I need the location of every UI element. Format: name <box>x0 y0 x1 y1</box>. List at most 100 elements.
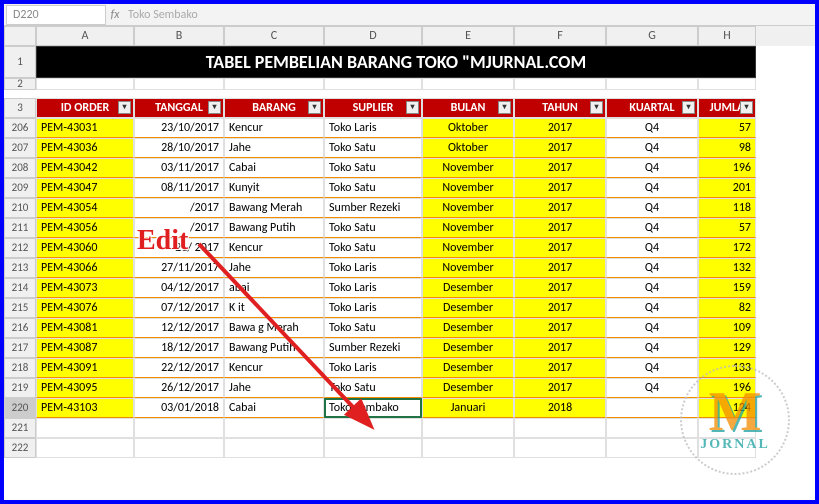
row-header[interactable]: 221 <box>4 418 36 438</box>
col-header-E[interactable]: E <box>422 26 514 46</box>
col-header-B[interactable]: B <box>134 26 224 46</box>
cell-bln[interactable]: Januari <box>422 398 514 418</box>
hdr-id-order[interactable]: ID ORDER▾ <box>36 98 134 118</box>
cell-brg[interactable]: Kencur <box>224 238 324 258</box>
cell-id[interactable]: PEM-43091 <box>36 358 134 378</box>
col-header-H[interactable]: H <box>698 26 756 46</box>
cell-sup[interactable]: Toko Satu <box>324 318 422 338</box>
cell-bln[interactable]: November <box>422 218 514 238</box>
cell-thn[interactable]: 2017 <box>514 358 606 378</box>
cell-bln[interactable]: November <box>422 238 514 258</box>
cell-sup[interactable]: Toko Satu <box>324 178 422 198</box>
cell-thn[interactable]: 2017 <box>514 318 606 338</box>
cell-thn[interactable]: 2017 <box>514 238 606 258</box>
row-header[interactable]: 216 <box>4 318 36 338</box>
name-box[interactable]: D220 <box>6 5 106 25</box>
cell-id[interactable]: PEM-43036 <box>36 138 134 158</box>
cell-tgl[interactable]: 27/11/2017 <box>134 258 224 278</box>
filter-icon[interactable]: ▾ <box>208 101 221 114</box>
cell-q[interactable]: Q4 <box>606 118 698 138</box>
fx-icon[interactable]: fx <box>108 8 122 22</box>
cell-j[interactable]: 132 <box>698 258 756 278</box>
cell-brg[interactable]: Kencur <box>224 118 324 138</box>
row-header[interactable]: 215 <box>4 298 36 318</box>
cell-brg[interactable]: Bawa g Merah <box>224 318 324 338</box>
cell-bln[interactable]: Oktober <box>422 118 514 138</box>
cell-q[interactable]: Q4 <box>606 198 698 218</box>
filter-icon[interactable]: ▾ <box>118 101 131 114</box>
cell-j[interactable]: 118 <box>698 198 756 218</box>
cell-thn[interactable]: 2017 <box>514 258 606 278</box>
cell-bln[interactable]: November <box>422 178 514 198</box>
cell-q[interactable]: Q4 <box>606 298 698 318</box>
cell-tgl[interactable]: 07/12/2017 <box>134 298 224 318</box>
cell-brg[interactable]: Jahe <box>224 138 324 158</box>
cell-tgl[interactable]: 03/01/2018 <box>134 398 224 418</box>
cell-tgl[interactable]: /2017 <box>134 198 224 218</box>
cell-q[interactable]: Q4 <box>606 138 698 158</box>
cell-brg[interactable]: Kunyit <box>224 178 324 198</box>
row-header-3[interactable]: 3 <box>4 98 36 118</box>
cell-q[interactable]: Q4 <box>606 278 698 298</box>
cell-j[interactable]: 57 <box>698 118 756 138</box>
filter-icon[interactable]: ▾ <box>740 101 753 114</box>
cell-sup[interactable]: Toko Laris <box>324 358 422 378</box>
hdr-tanggal[interactable]: TANGGAL▾ <box>134 98 224 118</box>
row-header[interactable]: 211 <box>4 218 36 238</box>
cell-sup[interactable]: Toko Laris <box>324 298 422 318</box>
cell-bln[interactable]: Desember <box>422 298 514 318</box>
row-header[interactable]: 207 <box>4 138 36 158</box>
cell-tgl[interactable]: 26/12/2017 <box>134 378 224 398</box>
cell-q[interactable]: Q4 <box>606 258 698 278</box>
cell-bln[interactable]: November <box>422 158 514 178</box>
cell-id[interactable]: PEM-43081 <box>36 318 134 338</box>
cell-id[interactable]: PEM-43056 <box>36 218 134 238</box>
row-header-1[interactable]: 1 <box>4 46 36 78</box>
cell-thn[interactable]: 2017 <box>514 338 606 358</box>
cell-sup[interactable]: Toko Satu <box>324 158 422 178</box>
cell-q[interactable]: Q4 <box>606 338 698 358</box>
cell-q[interactable]: Q4 <box>606 178 698 198</box>
cell-id[interactable]: PEM-43042 <box>36 158 134 178</box>
cell-j[interactable]: 201 <box>698 178 756 198</box>
cell-brg[interactable]: abai <box>224 278 324 298</box>
cell-id[interactable]: PEM-43076 <box>36 298 134 318</box>
cell-id[interactable]: PEM-43047 <box>36 178 134 198</box>
hdr-kuartal[interactable]: KUARTAL▾ <box>606 98 698 118</box>
cell-tgl[interactable]: 18/12/2017 <box>134 338 224 358</box>
cell-brg[interactable]: Kencur <box>224 358 324 378</box>
cell-id[interactable]: PEM-43066 <box>36 258 134 278</box>
cell-q[interactable]: Q4 <box>606 238 698 258</box>
cell-id[interactable]: PEM-43073 <box>36 278 134 298</box>
col-header-G[interactable]: G <box>606 26 698 46</box>
row-header[interactable]: 210 <box>4 198 36 218</box>
cell-sup[interactable]: Toko Laris <box>324 118 422 138</box>
hdr-jumlah[interactable]: JUMLA▾ <box>698 98 756 118</box>
hdr-bulan[interactable]: BULAN▾ <box>422 98 514 118</box>
filter-icon[interactable]: ▾ <box>308 101 321 114</box>
cell-brg[interactable]: Bawang Putih <box>224 218 324 238</box>
cell-thn[interactable]: 2018 <box>514 398 606 418</box>
cell-thn[interactable]: 2017 <box>514 198 606 218</box>
cell-brg[interactable]: Jahe <box>224 378 324 398</box>
cell-q[interactable]: Q4 <box>606 218 698 238</box>
title-cell[interactable]: TABEL PEMBELIAN BARANG TOKO "MJURNAL.COM <box>36 46 756 78</box>
cell-j[interactable]: 57 <box>698 218 756 238</box>
hdr-suplier[interactable]: SUPLIER▾ <box>324 98 422 118</box>
cell-j[interactable]: 172 <box>698 238 756 258</box>
filter-icon[interactable]: ▾ <box>682 101 695 114</box>
row-header[interactable]: 217 <box>4 338 36 358</box>
cell-j[interactable]: 159 <box>698 278 756 298</box>
cell-tgl[interactable]: 03/11/2017 <box>134 158 224 178</box>
cell-tgl[interactable]: 28/10/2017 <box>134 138 224 158</box>
cell-tgl[interactable]: 12/12/2017 <box>134 318 224 338</box>
cell-tgl[interactable]: 04/12/2017 <box>134 278 224 298</box>
cell-sup[interactable]: Toko Satu <box>324 378 422 398</box>
cell-id[interactable]: PEM-43031 <box>36 118 134 138</box>
filter-icon[interactable]: ▾ <box>406 101 419 114</box>
row-header-2[interactable]: 2 <box>4 78 36 90</box>
cell-j[interactable]: 129 <box>698 338 756 358</box>
col-header-C[interactable]: C <box>224 26 324 46</box>
cell-thn[interactable]: 2017 <box>514 298 606 318</box>
cell-bln[interactable]: November <box>422 258 514 278</box>
